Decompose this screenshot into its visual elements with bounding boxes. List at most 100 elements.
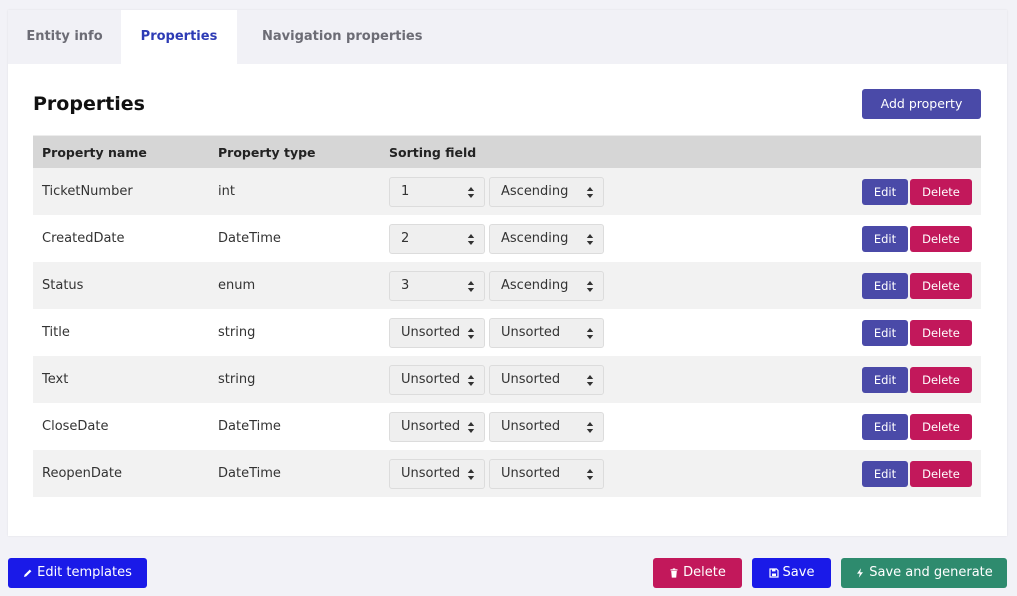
property-type-cell: DateTime (218, 419, 281, 434)
sorting-field-cell: 3 Ascending (389, 270, 789, 301)
sort-direction-select[interactable]: Ascending (489, 270, 604, 301)
edit-property-button[interactable]: Edit (862, 178, 908, 205)
entity-card: Entity info Properties Navigation proper… (8, 10, 1007, 536)
sort-order-select[interactable]: 1 (389, 176, 485, 207)
save-and-generate-button[interactable]: Save and generate (841, 558, 1007, 588)
property-type-cell: string (218, 372, 256, 387)
header-property-name: Property name (42, 144, 147, 160)
sort-arrows-icon (586, 468, 594, 480)
sort-direction-select[interactable]: Unsorted (489, 458, 604, 489)
sort-direction-value: Ascending (501, 278, 569, 293)
add-property-button[interactable]: Add property (862, 89, 981, 119)
delete-property-button[interactable]: Delete (910, 366, 972, 393)
delete-property-button[interactable]: Delete (910, 319, 972, 346)
sort-order-value: Unsorted (401, 372, 461, 387)
save-and-generate-label: Save and generate (869, 565, 993, 580)
properties-table: Property name Property type Sorting fiel… (33, 135, 981, 497)
row-actions: Edit Delete (789, 272, 981, 299)
edit-property-button[interactable]: Edit (862, 225, 908, 252)
tab-properties[interactable]: Properties (121, 10, 237, 64)
sort-arrows-icon (586, 233, 594, 245)
edit-templates-button[interactable]: Edit templates (8, 558, 147, 588)
sort-order-select[interactable]: 3 (389, 270, 485, 301)
sorting-field-cell: Unsorted Unsorted (389, 411, 789, 442)
sort-order-select[interactable]: Unsorted (389, 411, 485, 442)
sort-direction-value: Unsorted (501, 419, 561, 434)
sort-arrows-icon (467, 327, 475, 339)
sort-arrows-icon (467, 374, 475, 386)
delete-property-button[interactable]: Delete (910, 413, 972, 440)
row-actions: Edit Delete (789, 319, 981, 346)
sort-order-value: 1 (401, 184, 410, 199)
table-header: Property name Property type Sorting fiel… (33, 135, 981, 168)
edit-property-button[interactable]: Edit (862, 366, 908, 393)
sorting-field-cell: Unsorted Unsorted (389, 458, 789, 489)
sort-order-select[interactable]: Unsorted (389, 364, 485, 395)
sorting-field-cell: Unsorted Unsorted (389, 364, 789, 395)
property-name-cell: TicketNumber (42, 184, 133, 199)
tab-entity-info[interactable]: Entity info (8, 10, 121, 64)
tab-bar: Entity info Properties Navigation proper… (8, 10, 1007, 64)
sort-arrows-icon (586, 327, 594, 339)
edit-templates-label: Edit templates (37, 565, 132, 580)
delete-property-button[interactable]: Delete (910, 225, 972, 252)
table-row: ReopenDate DateTime Unsorted Unsorted Edit De… (33, 450, 981, 497)
row-actions: Edit Delete (789, 366, 981, 393)
delete-entity-button[interactable]: Delete (653, 558, 742, 588)
table-row: CloseDate DateTime Unsorted Unsorted Edit Del… (33, 403, 981, 450)
sort-order-value: Unsorted (401, 419, 461, 434)
sort-arrows-icon (586, 421, 594, 433)
property-name-cell: Text (42, 372, 69, 387)
table-row: Text string Unsorted Unsorted Edit Delete (33, 356, 981, 403)
bolt-icon (857, 568, 864, 578)
sort-direction-select[interactable]: Unsorted (489, 317, 604, 348)
sort-order-select[interactable]: 2 (389, 223, 485, 254)
row-actions: Edit Delete (789, 413, 981, 440)
row-actions: Edit Delete (789, 460, 981, 487)
sort-direction-select[interactable]: Unsorted (489, 364, 604, 395)
delete-entity-label: Delete (683, 565, 726, 580)
sort-arrows-icon (467, 233, 475, 245)
sort-order-value: 3 (401, 278, 410, 293)
header-sorting-field: Sorting field (389, 144, 477, 160)
edit-property-button[interactable]: Edit (862, 413, 908, 440)
sort-direction-value: Ascending (501, 231, 569, 246)
property-type-cell: int (218, 184, 235, 199)
row-actions: Edit Delete (789, 178, 981, 205)
property-name-cell: Title (42, 325, 70, 340)
save-button[interactable]: Save (752, 558, 831, 588)
delete-property-button[interactable]: Delete (910, 272, 972, 299)
table-row: Title string Unsorted Unsorted Edit Delete (33, 309, 981, 356)
property-type-cell: string (218, 325, 256, 340)
sort-arrows-icon (586, 374, 594, 386)
edit-property-button[interactable]: Edit (862, 319, 908, 346)
sort-order-select[interactable]: Unsorted (389, 458, 485, 489)
property-name-cell: CloseDate (42, 419, 109, 434)
table-row: Status enum 3 Ascending Edit Delete (33, 262, 981, 309)
row-actions: Edit Delete (789, 225, 981, 252)
sort-order-value: Unsorted (401, 466, 461, 481)
property-name-cell: CreatedDate (42, 231, 125, 246)
sort-direction-value: Unsorted (501, 325, 561, 340)
sort-arrows-icon (586, 186, 594, 198)
delete-property-button[interactable]: Delete (910, 460, 972, 487)
sort-order-select[interactable]: Unsorted (389, 317, 485, 348)
sort-order-value: 2 (401, 231, 410, 246)
sorting-field-cell: 2 Ascending (389, 223, 789, 254)
sort-direction-select[interactable]: Ascending (489, 223, 604, 254)
sort-direction-select[interactable]: Unsorted (489, 411, 604, 442)
sort-direction-select[interactable]: Ascending (489, 176, 604, 207)
edit-property-button[interactable]: Edit (862, 460, 908, 487)
table-row: CreatedDate DateTime 2 Ascending Edit Delete (33, 215, 981, 262)
sort-arrows-icon (467, 280, 475, 292)
sort-order-value: Unsorted (401, 325, 461, 340)
sorting-field-cell: 1 Ascending (389, 176, 789, 207)
delete-property-button[interactable]: Delete (910, 178, 972, 205)
sort-direction-value: Unsorted (501, 372, 561, 387)
tab-navigation-properties[interactable]: Navigation properties (237, 10, 446, 64)
sort-arrows-icon (586, 280, 594, 292)
sort-arrows-icon (467, 468, 475, 480)
trash-icon (670, 568, 678, 578)
sorting-field-cell: Unsorted Unsorted (389, 317, 789, 348)
edit-property-button[interactable]: Edit (862, 272, 908, 299)
